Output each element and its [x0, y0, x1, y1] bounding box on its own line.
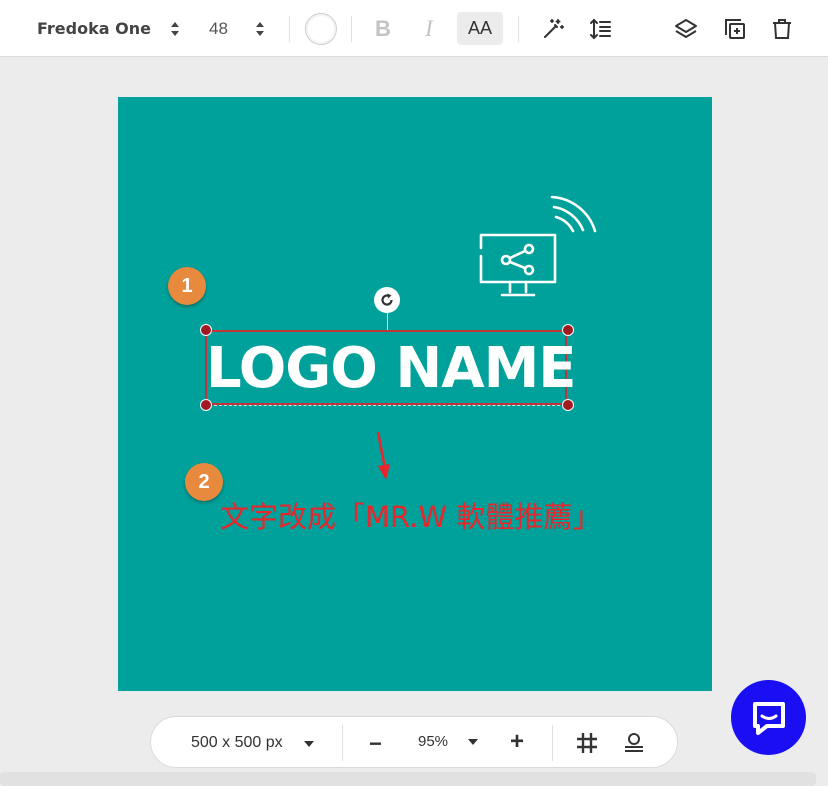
chat-bubble-icon: [752, 701, 785, 735]
font-size-stepper-icon[interactable]: [255, 20, 265, 38]
duplicate-icon[interactable]: [722, 16, 748, 42]
text-color-swatch[interactable]: [305, 13, 337, 45]
canvas-size-dropdown-icon[interactable]: [303, 737, 315, 755]
rotate-icon: [381, 293, 393, 306]
rotate-stem: [387, 311, 388, 330]
italic-button[interactable]: I: [418, 15, 440, 43]
uppercase-button[interactable]: AA: [457, 12, 503, 45]
zoom-out-button[interactable]: −: [369, 731, 382, 757]
grid-icon[interactable]: [576, 732, 598, 759]
step-badge-1: 1: [168, 267, 206, 305]
annotation-arrow: [370, 430, 394, 482]
text-toolbar: Fredoka One 48 B I AA: [0, 0, 828, 57]
font-family-stepper-icon[interactable]: [170, 20, 180, 38]
toolbar-divider: [289, 16, 290, 42]
horizontal-scrollbar[interactable]: [0, 772, 816, 786]
bar-divider: [342, 725, 343, 761]
zoom-level[interactable]: 95%: [418, 733, 448, 750]
resize-handle-bottom-right[interactable]: [562, 399, 574, 411]
font-size-field[interactable]: 48: [209, 19, 228, 39]
font-family-select[interactable]: Fredoka One: [37, 19, 151, 38]
canvas-size-select[interactable]: 500 x 500 px: [191, 734, 283, 752]
line-spacing-icon[interactable]: [588, 16, 614, 42]
layers-icon[interactable]: [673, 16, 699, 42]
zoom-in-button[interactable]: +: [510, 728, 524, 756]
resize-handle-top-left[interactable]: [200, 324, 212, 336]
trash-icon[interactable]: [769, 16, 795, 42]
zoom-dropdown-icon[interactable]: [467, 735, 479, 753]
baseline-guide: [209, 405, 565, 406]
step-badge-2: 2: [185, 463, 223, 501]
canvas-controls-bar: 500 x 500 px − 95% +: [150, 716, 678, 768]
rotate-handle[interactable]: [374, 287, 400, 313]
instruction-annotation: 文字改成「MR.W 軟體推薦」: [220, 500, 602, 534]
logo-name-text[interactable]: LOGO NAME: [206, 334, 577, 404]
chat-button[interactable]: [731, 680, 806, 755]
toolbar-divider: [518, 16, 519, 42]
toolbar-divider: [351, 16, 352, 42]
resize-handle-bottom-left[interactable]: [200, 399, 212, 411]
bar-divider: [552, 725, 553, 761]
align-bottom-icon[interactable]: [623, 731, 645, 758]
bold-button[interactable]: B: [372, 15, 394, 43]
monitor-share-icon[interactable]: [470, 193, 600, 298]
magic-wand-icon[interactable]: [540, 16, 566, 42]
resize-handle-top-right[interactable]: [562, 324, 574, 336]
